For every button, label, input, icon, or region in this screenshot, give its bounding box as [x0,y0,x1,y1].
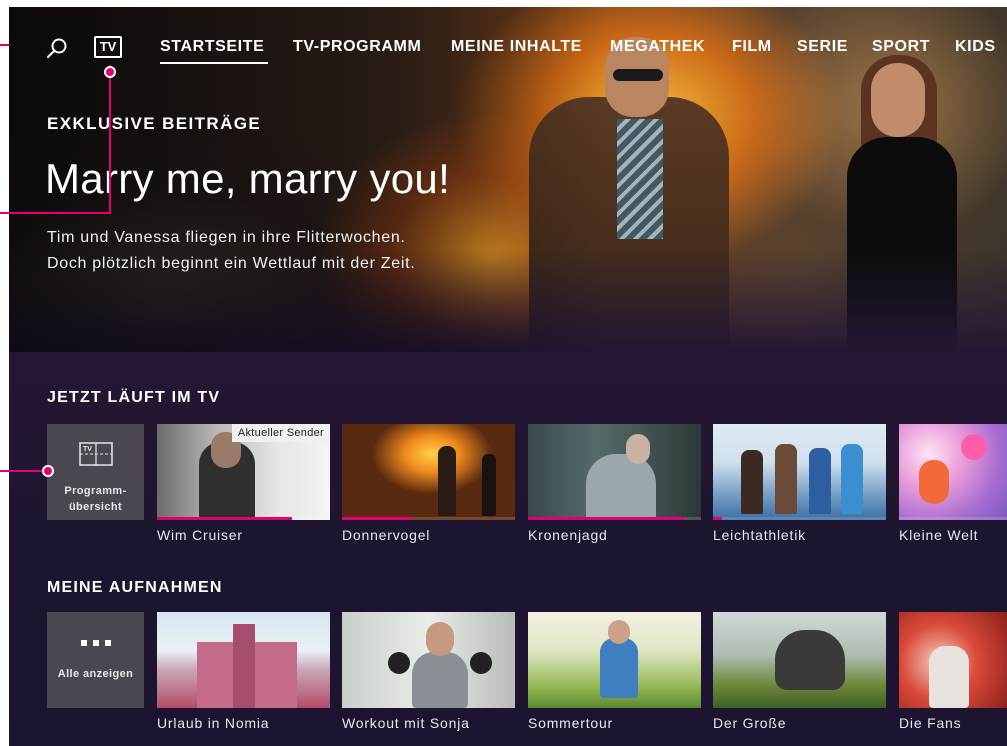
tile-figure [929,646,969,708]
tile-title: Donnervogel [342,527,431,543]
program-guide-label: Programm- [64,485,127,497]
show-all-recordings-tile[interactable]: Alle anzeigen [47,612,144,708]
nav-item-startseite[interactable]: STARTSEITE [160,38,264,56]
tile-title: Wim Cruiser [157,527,243,543]
show-all-label: Alle anzeigen [57,668,134,680]
tile-title: Die Fans [899,715,962,731]
tile-thumbnail [899,424,1007,520]
tv-guide-icon: TV [79,442,113,466]
tv-button[interactable]: TV [94,36,122,58]
tile-figure [775,444,797,514]
annotation-dot-tv [104,66,116,78]
progress-bar [528,517,684,520]
nav-item-meine-inhalte[interactable]: MEINE INHALTE [451,38,582,56]
hero-title: Marry me, marry you! [45,155,451,202]
nav-item-sport[interactable]: SPORT [872,38,930,56]
tile-figure [482,454,496,516]
nav-item-megathek[interactable]: MEGATHEK [610,38,705,56]
progress-bar [713,517,722,520]
tile-figure-head [426,622,454,656]
recording-tile-sommertour[interactable] [528,612,701,708]
svg-text:TV: TV [83,446,92,453]
section-title-recordings: MEINE AUFNAHMEN [47,579,223,596]
progress-bar [342,517,412,520]
tile-title: Sommertour [528,715,614,731]
tv-tile-wim-cruiser[interactable]: Aktueller Sender [157,424,330,520]
tile-figure-head [608,620,630,644]
tv-tile-kronenjagd[interactable] [528,424,701,520]
tile-gorilla [775,630,845,690]
more-dots-icon [81,640,111,646]
section-title-now-on-tv: JETZT LÄUFT IM TV [47,389,221,406]
recording-tile-workout-mit-sonja[interactable] [342,612,515,708]
tile-figure [600,638,638,698]
hero-description-line: Tim und Vanessa fliegen in ihre Flitterw… [47,229,406,246]
dumbbell-right [470,652,492,674]
hero-description-line: Doch plötzlich beginnt ein Wettlauf mit … [47,255,416,272]
annotation-dot-guide [42,465,54,477]
recordings-row: Alle anzeigen Urlaub in Nomia Workout mi… [9,612,1007,746]
progress-track [713,517,886,520]
hero-description: Tim und Vanessa fliegen in ihre Flitterw… [47,225,567,277]
tile-figure [919,460,949,504]
tile-figure [961,434,987,460]
top-navigation: TV STARTSEITE TV-PROGRAMM MEINE INHALTE … [9,7,1007,87]
program-guide-label: übersicht [68,501,123,513]
tile-figure-head [626,434,650,464]
annotation-line-guide [0,470,48,472]
tv-tile-kleine-welt[interactable] [899,424,1007,520]
progress-track [899,517,1007,520]
tile-title: Urlaub in Nomia [157,715,270,731]
nav-item-serie[interactable]: SERIE [797,38,848,56]
tile-figure [438,446,456,516]
nav-item-tv-programm[interactable]: TV-PROGRAMM [293,38,421,56]
tile-title: Workout mit Sonja [342,715,470,731]
search-icon[interactable] [46,37,68,59]
nav-item-kids[interactable]: KIDS [955,38,996,56]
tile-title: Leichtathletik [713,527,806,543]
program-guide-tile[interactable]: TV Programm- übersicht [47,424,144,520]
tv-home-screen: EXKLUSIVE BEITRÄGE Marry me, marry you! … [9,7,1007,746]
recording-tile-der-grosse[interactable] [713,612,886,708]
tile-title: Kleine Welt [899,527,979,543]
recording-tile-die-fans[interactable] [899,612,1007,708]
tile-figure [586,454,656,520]
tile-figure [841,444,863,514]
dumbbell-left [388,652,410,674]
current-channel-badge: Aktueller Sender [231,424,330,442]
annotation-line-tv-horizontal [0,212,111,214]
tile-title: Der Große [713,715,787,731]
tv-tile-leichtathletik[interactable] [713,424,886,520]
tv-tile-donnervogel[interactable] [342,424,515,520]
tile-figure [741,450,763,514]
now-on-tv-row: TV Programm- übersicht Aktueller Sender … [9,424,1007,574]
hero-kicker: EXKLUSIVE BEITRÄGE [47,114,262,133]
nav-item-film[interactable]: FILM [732,38,772,56]
annotation-line-tv [109,65,111,214]
tile-building [233,624,255,708]
nav-active-indicator [160,62,268,64]
recording-tile-urlaub-in-nomia[interactable] [157,612,330,708]
tile-figure [809,448,831,514]
tile-figure [412,652,468,708]
tile-title: Kronenjagd [528,527,608,543]
progress-bar [157,517,292,520]
